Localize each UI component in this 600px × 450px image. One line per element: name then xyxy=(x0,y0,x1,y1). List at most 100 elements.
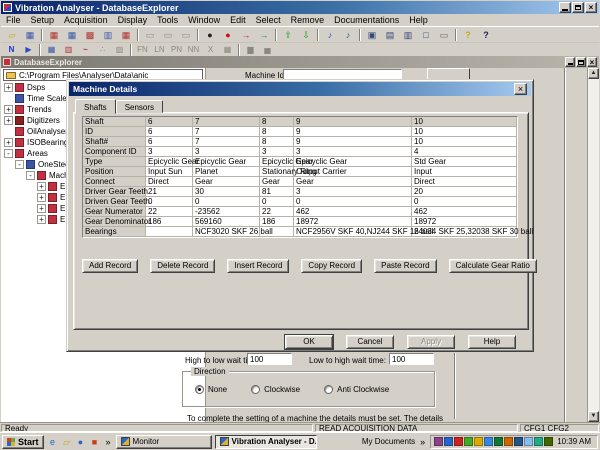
tray-icon-11[interactable] xyxy=(534,437,544,446)
menu-item-display[interactable]: Display xyxy=(113,15,153,25)
table-cell[interactable]: 462 xyxy=(412,207,517,217)
table-cell[interactable]: 8 xyxy=(260,117,294,127)
tree-expander-icon[interactable]: + xyxy=(4,138,13,147)
tray-icon-10[interactable] xyxy=(524,437,534,446)
layout-c-icon[interactable]: ▭ xyxy=(177,28,195,42)
menu-item-edit[interactable]: Edit xyxy=(225,15,251,25)
fn-icon[interactable]: FN xyxy=(134,44,151,56)
table-cell[interactable]: 6 xyxy=(146,117,193,127)
table-cell[interactable]: 10 xyxy=(412,127,517,137)
start-button[interactable]: Start xyxy=(2,434,44,449)
nn-icon[interactable]: NN xyxy=(185,44,202,56)
menu-item-select[interactable]: Select xyxy=(251,15,286,25)
tree-expander-icon[interactable]: - xyxy=(26,171,35,180)
menu-item-window[interactable]: Window xyxy=(183,15,225,25)
table-cell[interactable] xyxy=(146,227,193,237)
table-cell[interactable]: Input xyxy=(412,167,517,177)
task-button-monitor[interactable]: Monitor xyxy=(115,434,212,449)
table-cell[interactable]: 8 xyxy=(260,127,294,137)
menu-item-remove[interactable]: Remove xyxy=(286,15,330,25)
table-cell[interactable]: -23562 xyxy=(193,207,260,217)
table-cell[interactable]: NCF2956V SKF 40,NJ244 SKF 16 ball xyxy=(294,227,433,237)
anti-clockwise-radio[interactable]: Anti Clockwise xyxy=(324,385,389,394)
table-cell[interactable]: 10 xyxy=(412,137,517,147)
move-down-icon[interactable]: ⇩ xyxy=(297,28,315,42)
table-cell[interactable]: 7 xyxy=(193,137,260,147)
table-cell[interactable]: 0 xyxy=(260,197,294,207)
table-cell[interactable]: 20 xyxy=(412,187,517,197)
table-small-icon[interactable]: ▦ xyxy=(219,44,236,56)
table-cell[interactable]: 3 xyxy=(294,187,412,197)
menu-item-file[interactable]: File xyxy=(1,15,26,25)
table-cell[interactable]: 3 xyxy=(193,147,260,157)
menu-item-help[interactable]: Help xyxy=(404,15,433,25)
table-cell[interactable]: 3 xyxy=(294,147,412,157)
menu-item-setup[interactable]: Setup xyxy=(26,15,60,25)
grid-plus-icon[interactable]: ▦ xyxy=(117,28,135,42)
table-cell[interactable]: 462 xyxy=(294,207,412,217)
mean-icon[interactable]: X xyxy=(202,44,219,56)
menu-item-tools[interactable]: Tools xyxy=(152,15,183,25)
tray-icon-7[interactable] xyxy=(494,437,504,446)
tray-icon-5[interactable] xyxy=(474,437,484,446)
step-into-icon[interactable]: → xyxy=(255,28,273,42)
low-high-wait-field[interactable] xyxy=(389,353,434,365)
table-cell[interactable]: 0 xyxy=(412,197,517,207)
tree-expander-icon[interactable]: + xyxy=(37,215,46,224)
minimize-button[interactable] xyxy=(559,2,571,13)
key-question-icon[interactable]: ? xyxy=(459,28,477,42)
dialog-close-button[interactable]: × xyxy=(514,83,527,95)
paste-record-button[interactable]: Paste Record xyxy=(374,259,437,273)
tree-expander-icon[interactable]: - xyxy=(4,149,13,158)
chart-blue-icon[interactable]: ▦ xyxy=(63,28,81,42)
table-cell[interactable]: Epicyclic Gear xyxy=(294,157,412,167)
tray-icon-6[interactable] xyxy=(484,437,494,446)
ie-icon[interactable]: e xyxy=(47,436,59,448)
wave-icon[interactable]: ~ xyxy=(77,44,94,56)
my-documents-toolbar[interactable]: My Documents xyxy=(362,437,415,446)
close-button[interactable]: × xyxy=(585,2,597,13)
table-cell[interactable]: 0 xyxy=(193,197,260,207)
step-forward-icon[interactable]: → xyxy=(237,28,255,42)
restore-button[interactable] xyxy=(572,2,584,13)
histogram-icon[interactable]: ▅ xyxy=(259,44,276,56)
tab-sensors[interactable]: Sensors xyxy=(115,100,164,113)
tray-icon-2[interactable] xyxy=(444,437,454,446)
vertical-scrollbar[interactable]: ▲ ▼ xyxy=(587,68,599,422)
high-low-wait-field[interactable] xyxy=(247,353,292,365)
table-cell[interactable]: Output Carrier xyxy=(294,167,412,177)
ln-icon[interactable]: LN xyxy=(151,44,168,56)
split-vertical-icon[interactable]: ▥ xyxy=(399,28,417,42)
tray-icon-3[interactable] xyxy=(454,437,464,446)
scroll-down-button[interactable]: ▼ xyxy=(588,411,599,422)
annotate-icon[interactable]: ▶ xyxy=(20,44,37,56)
menu-item-acquisition[interactable]: Acquisition xyxy=(59,15,113,25)
globe-icon[interactable]: ● xyxy=(75,436,87,448)
table-cell[interactable]: 9 xyxy=(294,137,412,147)
record-icon[interactable]: ● xyxy=(201,28,219,42)
context-help-icon[interactable]: ? xyxy=(477,28,495,42)
table-cell[interactable]: Epicyclic Gear xyxy=(193,157,260,167)
peak-icon[interactable]: ▆ xyxy=(242,44,259,56)
table-cell[interactable]: 6 xyxy=(146,127,193,137)
split-horizontal-icon[interactable]: ▤ xyxy=(381,28,399,42)
table-cell[interactable]: Direct xyxy=(412,177,517,187)
media-icon[interactable]: ■ xyxy=(89,436,101,448)
tree-expander-icon[interactable]: + xyxy=(4,83,13,92)
picture-icon[interactable]: ▦ xyxy=(43,44,60,56)
menu-item-documentations[interactable]: Documentations xyxy=(329,15,404,25)
mdi-close-button[interactable]: × xyxy=(587,57,597,67)
table-cell[interactable]: Input Sun xyxy=(146,167,193,177)
table-cell[interactable]: 3 xyxy=(260,147,294,157)
calculate-gear-ratio-button[interactable]: Calculate Gear Ratio xyxy=(448,259,537,273)
mdi-maximize-button[interactable] xyxy=(576,57,586,67)
table-cell[interactable]: NCF3020 SKF 26 ball xyxy=(193,227,273,237)
dialog-titlebar[interactable]: Machine Details × xyxy=(69,82,531,96)
table-cell[interactable]: 186 xyxy=(146,217,193,227)
delete-record-button[interactable]: Delete Record xyxy=(150,259,216,273)
table-cell[interactable]: Gear xyxy=(193,177,260,187)
chart-line-icon[interactable]: ▩ xyxy=(81,28,99,42)
table-cell[interactable]: 7 xyxy=(193,117,260,127)
table-cell[interactable]: Epicyclic Gear xyxy=(260,157,313,167)
help-button[interactable]: Help xyxy=(468,335,516,349)
